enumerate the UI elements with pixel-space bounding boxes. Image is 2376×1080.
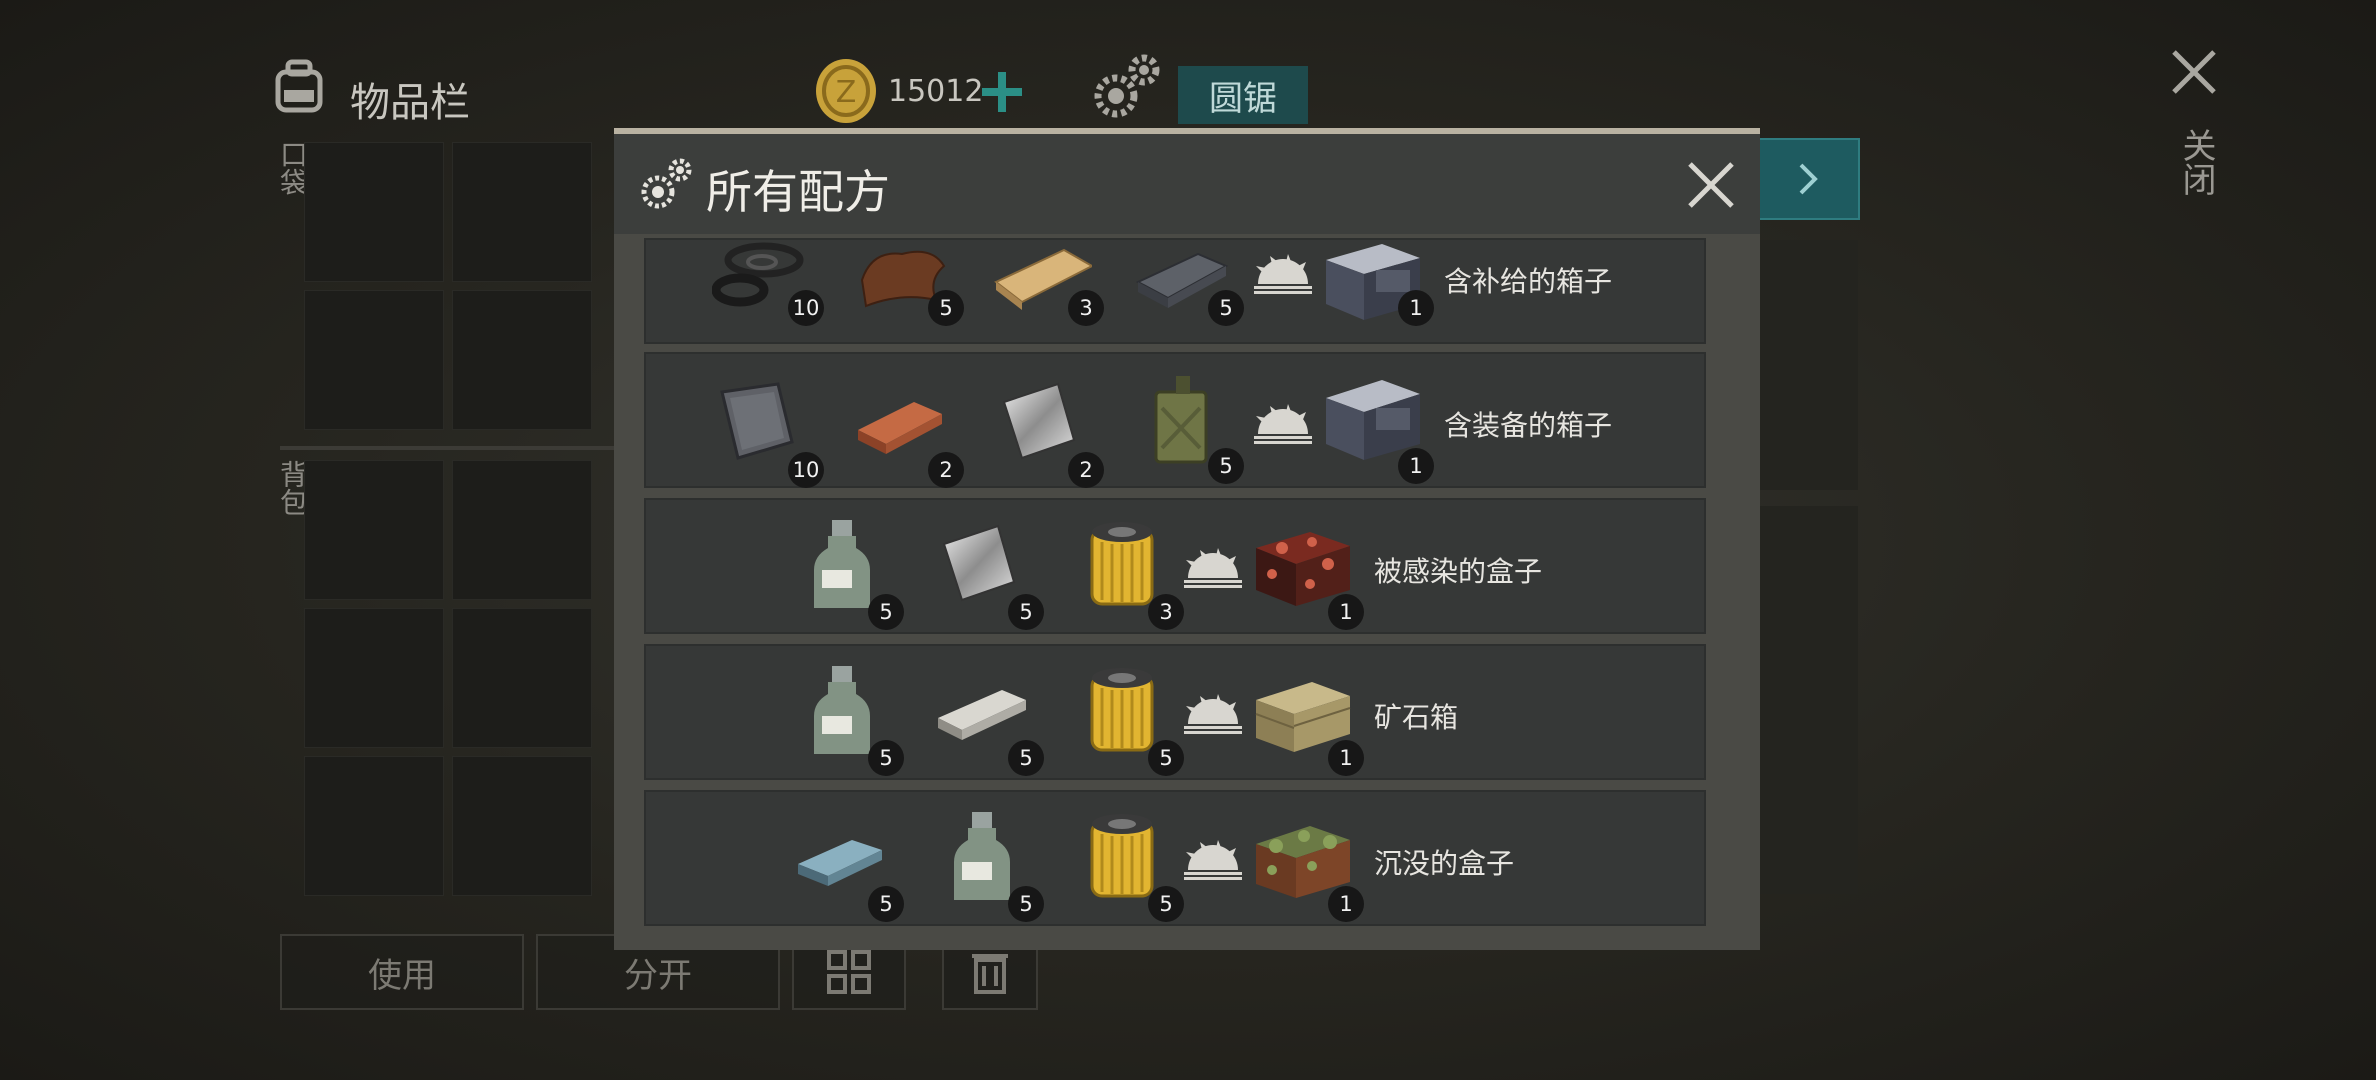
- iron-ingot-icon: 5: [1132, 240, 1244, 326]
- infected-box-icon: 1: [1252, 514, 1364, 630]
- filter-icon: 5: [1072, 806, 1184, 922]
- result-name: 含装备的箱子: [1444, 409, 1613, 442]
- result-name: 被感染的盒子: [1374, 555, 1543, 588]
- inventory-slot[interactable]: [452, 142, 592, 282]
- section-divider: [280, 446, 620, 450]
- workbench-name: 圆锯: [1178, 66, 1308, 124]
- saw-blade-icon: [1252, 404, 1314, 444]
- inventory-slot[interactable]: [452, 756, 592, 896]
- saw-blade-icon: [1182, 548, 1244, 588]
- crafting-slot-panel: [1760, 240, 1858, 490]
- close-label: 关闭: [2176, 128, 2216, 196]
- recipes-modal: 所有配方 10 5 3 5 1 含补给的箱子 10 2 2 5 1 含装备的箱子…: [614, 128, 1760, 950]
- count-badge: 3: [1068, 290, 1104, 326]
- sunken-box-icon: 1: [1252, 806, 1364, 922]
- filter-icon: 5: [1072, 660, 1184, 776]
- plus-icon: [982, 72, 1022, 112]
- count-badge: 5: [1008, 886, 1044, 922]
- steel-bar-icon: 5: [932, 660, 1044, 776]
- inventory-slot[interactable]: [452, 460, 592, 600]
- close-icon: [2172, 50, 2216, 94]
- recipe-row[interactable]: 5 5 3 1 被感染的盒子: [644, 498, 1706, 634]
- equipment-crate-icon: 1: [1322, 368, 1434, 484]
- result-name: 矿石箱: [1374, 701, 1459, 734]
- gears-icon: [638, 156, 694, 212]
- metal-plate-icon: 10: [712, 372, 824, 488]
- count-badge: 1: [1398, 290, 1434, 326]
- recipe-row[interactable]: 10 2 2 5 1 含装备的箱子: [644, 352, 1706, 488]
- supply-crate-icon: 1: [1322, 240, 1434, 326]
- saw-blade-icon: [1182, 840, 1244, 880]
- aluminum-sheet-icon: 2: [992, 372, 1104, 488]
- wood-plank-icon: 3: [992, 240, 1104, 326]
- grid-sort-icon: [827, 950, 871, 994]
- count-badge: 1: [1328, 594, 1364, 630]
- inventory-slot[interactable]: [304, 756, 444, 896]
- count-badge: 5: [1008, 594, 1044, 630]
- count-badge: 5: [1148, 740, 1184, 776]
- count-badge: 5: [1148, 886, 1184, 922]
- recipe-row[interactable]: 10 5 3 5 1 含补给的箱子: [644, 238, 1706, 344]
- count-badge: 5: [928, 290, 964, 326]
- copper-bar-icon: 2: [852, 372, 964, 488]
- count-badge: 2: [1068, 452, 1104, 488]
- count-badge: 1: [1398, 448, 1434, 484]
- add-coins-button[interactable]: [980, 70, 1024, 114]
- use-button[interactable]: 使用: [280, 934, 524, 1010]
- count-badge: 1: [1328, 886, 1364, 922]
- saw-blade-icon: [1252, 254, 1314, 294]
- saw-blade-icon: [1182, 694, 1244, 734]
- count-badge: 5: [868, 886, 904, 922]
- inventory-title: 物品栏: [350, 80, 470, 126]
- inventory-slot[interactable]: [452, 608, 592, 748]
- result-name: 含补给的箱子: [1444, 265, 1613, 298]
- rubber-rings-icon: 10: [711, 240, 824, 326]
- recipe-row[interactable]: 5 5 5 1 沉没的盒子: [644, 790, 1706, 926]
- inventory-slot[interactable]: [304, 142, 444, 282]
- filter-icon: 3: [1072, 514, 1184, 630]
- inventory-slot[interactable]: [304, 460, 444, 600]
- backpack-icon: [270, 58, 328, 114]
- close-icon: [1688, 162, 1734, 208]
- inventory-slot[interactable]: [304, 290, 444, 430]
- ore-crate-icon: 1: [1252, 660, 1364, 776]
- chemical-bottle-icon: 5: [792, 660, 904, 776]
- titanium-ingot-icon: 5: [792, 806, 904, 922]
- count-badge: 3: [1148, 594, 1184, 630]
- next-tab-button[interactable]: [1756, 138, 1860, 220]
- count-badge: 2: [928, 452, 964, 488]
- close-modal-button[interactable]: [1686, 160, 1736, 210]
- count-badge: 10: [788, 290, 824, 326]
- result-name: 沉没的盒子: [1374, 847, 1515, 880]
- aluminum-sheet-icon: 5: [932, 514, 1044, 630]
- coin-icon: Z: [814, 58, 878, 124]
- count-badge: 5: [868, 740, 904, 776]
- chemical-bottle-icon: 5: [932, 806, 1044, 922]
- count-badge: 5: [868, 594, 904, 630]
- jerrycan-icon: 5: [1132, 368, 1244, 484]
- gears-icon: [1090, 50, 1164, 124]
- modal-title: 所有配方: [706, 165, 890, 219]
- count-badge: 5: [1008, 740, 1044, 776]
- chevron-right-icon: [1799, 163, 1818, 195]
- count-badge: 10: [788, 452, 824, 488]
- coin-amount: 15012: [888, 74, 984, 109]
- recipe-row[interactable]: 5 5 5 1 矿石箱: [644, 644, 1706, 780]
- inventory-slot[interactable]: [304, 608, 444, 748]
- svg-text:Z: Z: [836, 75, 857, 110]
- leather-icon: 5: [852, 240, 964, 326]
- count-badge: 5: [1208, 448, 1244, 484]
- count-badge: 1: [1328, 740, 1364, 776]
- crafting-slot-panel: [1760, 506, 1858, 894]
- inventory-slot[interactable]: [452, 290, 592, 430]
- chemical-bottle-icon: 5: [792, 514, 904, 630]
- modal-header: 所有配方: [614, 134, 1760, 234]
- count-badge: 5: [1208, 290, 1244, 326]
- close-screen-button[interactable]: [2168, 46, 2220, 98]
- trash-icon: [972, 954, 1008, 994]
